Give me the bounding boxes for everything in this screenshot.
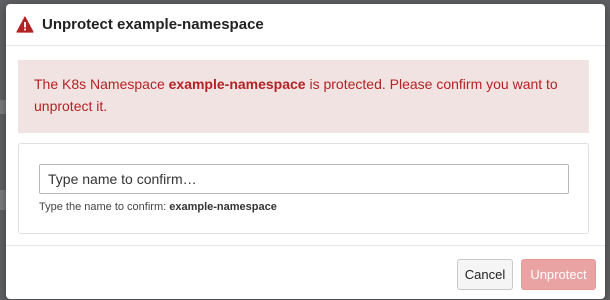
dialog-title: Unprotect example-namespace [42, 16, 264, 33]
alert-text-prefix: The K8s Namespace [34, 76, 169, 92]
confirm-hint: Type the name to confirm: example-namesp… [39, 201, 277, 213]
confirm-name-input[interactable] [39, 164, 569, 194]
confirm-form: Type the name to confirm: example-namesp… [18, 143, 589, 234]
alert-namespace-name: example-namespace [168, 76, 306, 92]
unprotect-dialog: Unprotect example-namespace The K8s Name… [6, 4, 605, 299]
protected-alert: The K8s Namespace example-namespace is p… [18, 60, 589, 133]
dialog-header: Unprotect example-namespace [6, 4, 605, 46]
unprotect-button[interactable]: Unprotect [521, 259, 596, 290]
cancel-button[interactable]: Cancel [457, 259, 513, 290]
warning-triangle-icon [16, 16, 34, 33]
dialog-footer: Cancel Unprotect [6, 245, 605, 299]
confirm-hint-name: example-namespace [169, 201, 277, 213]
confirm-hint-label: Type the name to confirm: [39, 201, 170, 213]
